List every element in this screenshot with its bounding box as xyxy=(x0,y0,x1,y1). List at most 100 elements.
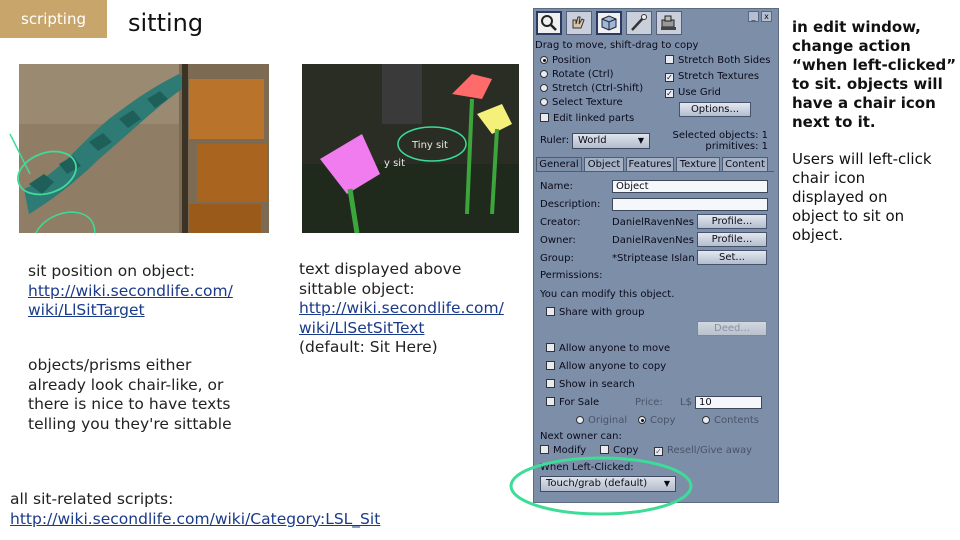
price-field[interactable]: 10 xyxy=(695,396,762,409)
use-grid-checkbox[interactable]: ✓ Use Grid xyxy=(665,87,721,98)
show-in-search[interactable]: Show in search xyxy=(546,379,635,390)
radio-stretch[interactable]: Stretch (Ctrl-Shift) xyxy=(540,83,643,94)
sale-contents-dot[interactable] xyxy=(702,416,710,424)
tab-divider xyxy=(536,171,774,172)
edit-window-heading-5: have a chair icon xyxy=(792,94,936,112)
radio-position-label: Position xyxy=(552,55,591,66)
radio-stretch-dot[interactable] xyxy=(540,84,548,92)
stretch-both-checkbox[interactable]: Stretch Both Sides xyxy=(665,55,771,66)
sale-contents[interactable]: Contents xyxy=(702,415,759,426)
close-button[interactable]: x xyxy=(761,11,772,22)
sit-text-link-1[interactable]: http://wiki.secondlife.com/ xyxy=(299,299,527,319)
group-label: Group: xyxy=(540,253,574,264)
radio-select-texture[interactable]: Select Texture xyxy=(540,97,623,108)
sale-original-dot[interactable] xyxy=(576,416,584,424)
prisms-note: objects/prisms either already look chair… xyxy=(28,356,273,434)
photo-sit-label-2: y sit xyxy=(384,158,406,169)
group-value: *Striptease Islan xyxy=(612,253,695,264)
sit-text-line-2: sittable object: xyxy=(299,279,415,298)
modify-note: You can modify this object. xyxy=(540,289,675,300)
radio-select-texture-dot[interactable] xyxy=(540,98,548,106)
edit-linked-checkbox[interactable]: Edit linked parts xyxy=(540,113,634,124)
stretch-both-box[interactable] xyxy=(665,55,674,64)
edit-tool-button[interactable] xyxy=(596,11,622,35)
radio-position[interactable]: Position xyxy=(540,55,591,66)
show-in-search-box[interactable] xyxy=(546,379,555,388)
primitives-count: primitives: 1 xyxy=(705,141,768,152)
group-set-button[interactable]: Set... xyxy=(697,250,767,265)
right-notes: in edit window, change action “when left… xyxy=(792,18,957,245)
creator-label: Creator: xyxy=(540,217,581,228)
sit-target-note: sit position on object: http://wiki.seco… xyxy=(28,262,268,321)
edit-window-heading-3: “when left-clicked” xyxy=(792,56,957,74)
sit-text-link-2[interactable]: wiki/LlSetSitText xyxy=(299,319,527,339)
ruler-dropdown[interactable]: World ▼ xyxy=(572,133,650,149)
edit-window-heading-2: change action xyxy=(792,37,911,55)
sit-target-link-1[interactable]: http://wiki.secondlife.com/ xyxy=(28,282,268,302)
sale-original[interactable]: Original xyxy=(576,415,627,426)
prisms-line-4: telling you they're sittable xyxy=(28,414,232,433)
stretch-textures-label: Stretch Textures xyxy=(678,71,760,82)
users-note-5: object. xyxy=(792,226,843,244)
radio-position-dot[interactable] xyxy=(540,56,548,64)
tab-object[interactable]: Object xyxy=(584,157,624,171)
sale-copy-dot[interactable] xyxy=(638,416,646,424)
radio-select-texture-label: Select Texture xyxy=(552,97,623,108)
stretch-textures-box[interactable]: ✓ xyxy=(665,73,674,82)
allow-move[interactable]: Allow anyone to move xyxy=(546,343,670,354)
allow-copy[interactable]: Allow anyone to copy xyxy=(546,361,666,372)
section-badge: scripting xyxy=(0,0,107,38)
tab-features[interactable]: Features xyxy=(626,157,674,171)
selected-objects: Selected objects: 1 xyxy=(672,130,768,141)
edit-linked-label: Edit linked parts xyxy=(553,113,635,124)
edit-window-heading-1: in edit window, xyxy=(792,18,921,36)
tab-general[interactable]: General xyxy=(536,157,582,171)
all-scripts-link[interactable]: http://wiki.secondlife.com/wiki/Category… xyxy=(10,510,430,530)
stretch-textures-checkbox[interactable]: ✓ Stretch Textures xyxy=(665,71,759,82)
deed-button[interactable]: Deed... xyxy=(697,321,767,336)
tab-content[interactable]: Content xyxy=(722,157,768,171)
sale-copy[interactable]: Copy xyxy=(638,415,675,426)
bulldozer-icon xyxy=(661,15,676,30)
description-field[interactable] xyxy=(612,198,768,211)
options-button[interactable]: Options... xyxy=(679,102,751,117)
permissions-label: Permissions: xyxy=(540,270,603,281)
users-note-2: chair icon xyxy=(792,169,866,187)
all-scripts-text: all sit-related scripts: xyxy=(10,490,174,508)
use-grid-label: Use Grid xyxy=(678,87,721,98)
for-sale-label: For Sale xyxy=(559,397,600,408)
minimize-button[interactable]: _ xyxy=(748,11,759,22)
owner-label: Owner: xyxy=(540,235,576,246)
move-tool-button[interactable] xyxy=(566,11,592,35)
allow-move-box[interactable] xyxy=(546,343,555,352)
radio-rotate[interactable]: Rotate (Ctrl) xyxy=(540,69,614,80)
tab-texture[interactable]: Texture xyxy=(676,157,720,171)
sit-text-illustration xyxy=(302,64,519,233)
show-in-search-label: Show in search xyxy=(559,379,635,390)
sit-text-default-note: (default: Sit Here) xyxy=(299,338,438,356)
share-with-group[interactable]: Share with group xyxy=(546,307,644,318)
create-tool-button[interactable] xyxy=(626,11,652,35)
name-label: Name: xyxy=(540,181,573,192)
prisms-line-2: already look chair-like, or xyxy=(28,375,224,394)
creator-profile-button[interactable]: Profile... xyxy=(697,214,767,229)
photo-sit-label: Tiny sit xyxy=(412,140,448,151)
radio-rotate-dot[interactable] xyxy=(540,70,548,78)
for-sale[interactable]: For Sale xyxy=(546,397,599,408)
sit-target-link-2[interactable]: wiki/LlSitTarget xyxy=(28,301,268,321)
creator-value: DanielRavenNes xyxy=(612,217,694,228)
for-sale-box[interactable] xyxy=(546,397,555,406)
owner-value: DanielRavenNes xyxy=(612,235,694,246)
stretch-both-label: Stretch Both Sides xyxy=(678,55,771,66)
edit-linked-box[interactable] xyxy=(540,113,549,122)
left-click-highlight xyxy=(509,456,693,516)
sit-text-note: text displayed above sittable object: ht… xyxy=(299,260,527,358)
hand-icon xyxy=(572,16,585,29)
focus-tool-button[interactable] xyxy=(536,11,562,35)
allow-copy-box[interactable] xyxy=(546,361,555,370)
owner-profile-button[interactable]: Profile... xyxy=(697,232,767,247)
name-field[interactable]: Object xyxy=(612,180,768,193)
use-grid-box[interactable]: ✓ xyxy=(665,89,674,98)
share-with-group-box[interactable] xyxy=(546,307,555,316)
land-tool-button[interactable] xyxy=(656,11,682,35)
